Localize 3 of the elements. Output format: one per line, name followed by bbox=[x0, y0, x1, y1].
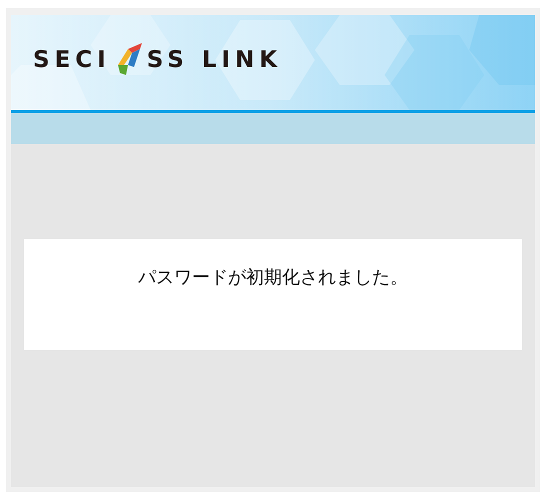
logo-text: SS LINK bbox=[146, 47, 282, 73]
message-text: パスワードが初期化されました。 bbox=[138, 267, 408, 288]
logo-text: SECI bbox=[33, 47, 111, 73]
